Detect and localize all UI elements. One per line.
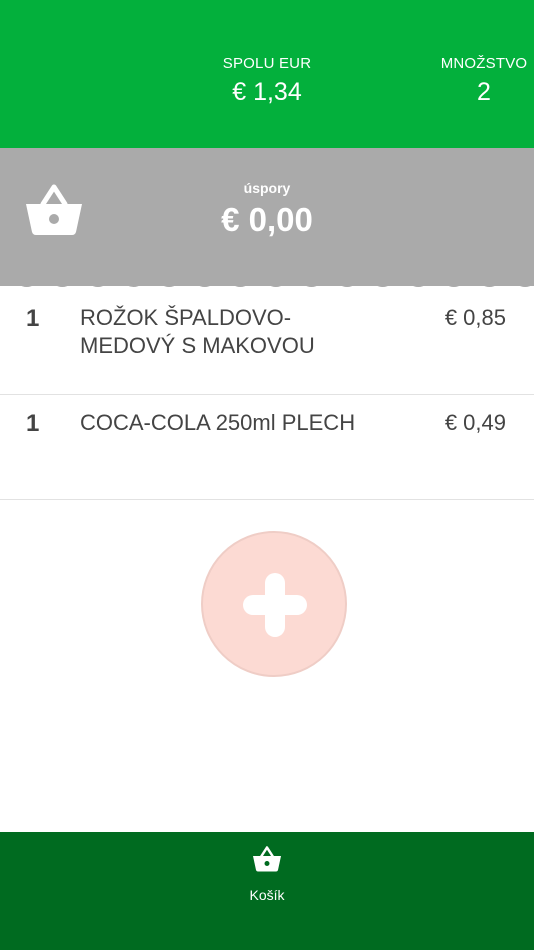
item-quantity: 1: [26, 305, 40, 332]
savings-panel: úspory € 0,00: [0, 148, 534, 286]
basket-icon: [26, 184, 82, 235]
item-price: € 0,49: [444, 410, 506, 435]
savings-info: úspory € 0,00: [167, 179, 367, 241]
total-value: € 1,34: [232, 78, 302, 106]
basket-icon: [253, 846, 281, 872]
savings-label: úspory: [243, 180, 291, 196]
item-price: € 0,85: [444, 305, 506, 330]
cart-summary-header: SPOLU EUR € 1,34 MNOŽSTVO 2: [0, 0, 534, 148]
list-item[interactable]: 1 COCA-COLA 250ml PLECH € 0,49: [0, 395, 534, 500]
list-item[interactable]: 1 ROŽOK ŠPALDOVO-MEDOVÝ S MAKOVOU € 0,85: [0, 290, 534, 395]
app-screen: SPOLU EUR € 1,34 MNOŽSTVO 2 úspory € 0,0…: [0, 0, 534, 950]
quantity-value: 2: [477, 78, 491, 106]
wave-divider: [0, 276, 534, 287]
plus-icon: [243, 573, 307, 637]
nav-item-label: Košík: [249, 887, 285, 903]
cart-items-list: 1 ROŽOK ŠPALDOVO-MEDOVÝ S MAKOVOU € 0,85…: [0, 290, 534, 500]
total-label: SPOLU EUR: [222, 55, 312, 72]
item-quantity: 1: [26, 410, 40, 437]
quantity-label: MNOŽSTVO: [440, 55, 528, 72]
nav-item-cart[interactable]: Košík: [227, 846, 307, 904]
total-summary: SPOLU EUR € 1,34: [207, 54, 327, 108]
add-item-button[interactable]: [201, 531, 347, 677]
item-name: ROŽOK ŠPALDOVO-MEDOVÝ S MAKOVOU: [80, 305, 315, 358]
savings-value: € 0,00: [221, 201, 313, 238]
item-name: COCA-COLA 250ml PLECH: [80, 410, 356, 435]
quantity-summary: MNOŽSTVO 2: [434, 54, 534, 108]
bottom-navigation: Košík: [0, 832, 534, 950]
